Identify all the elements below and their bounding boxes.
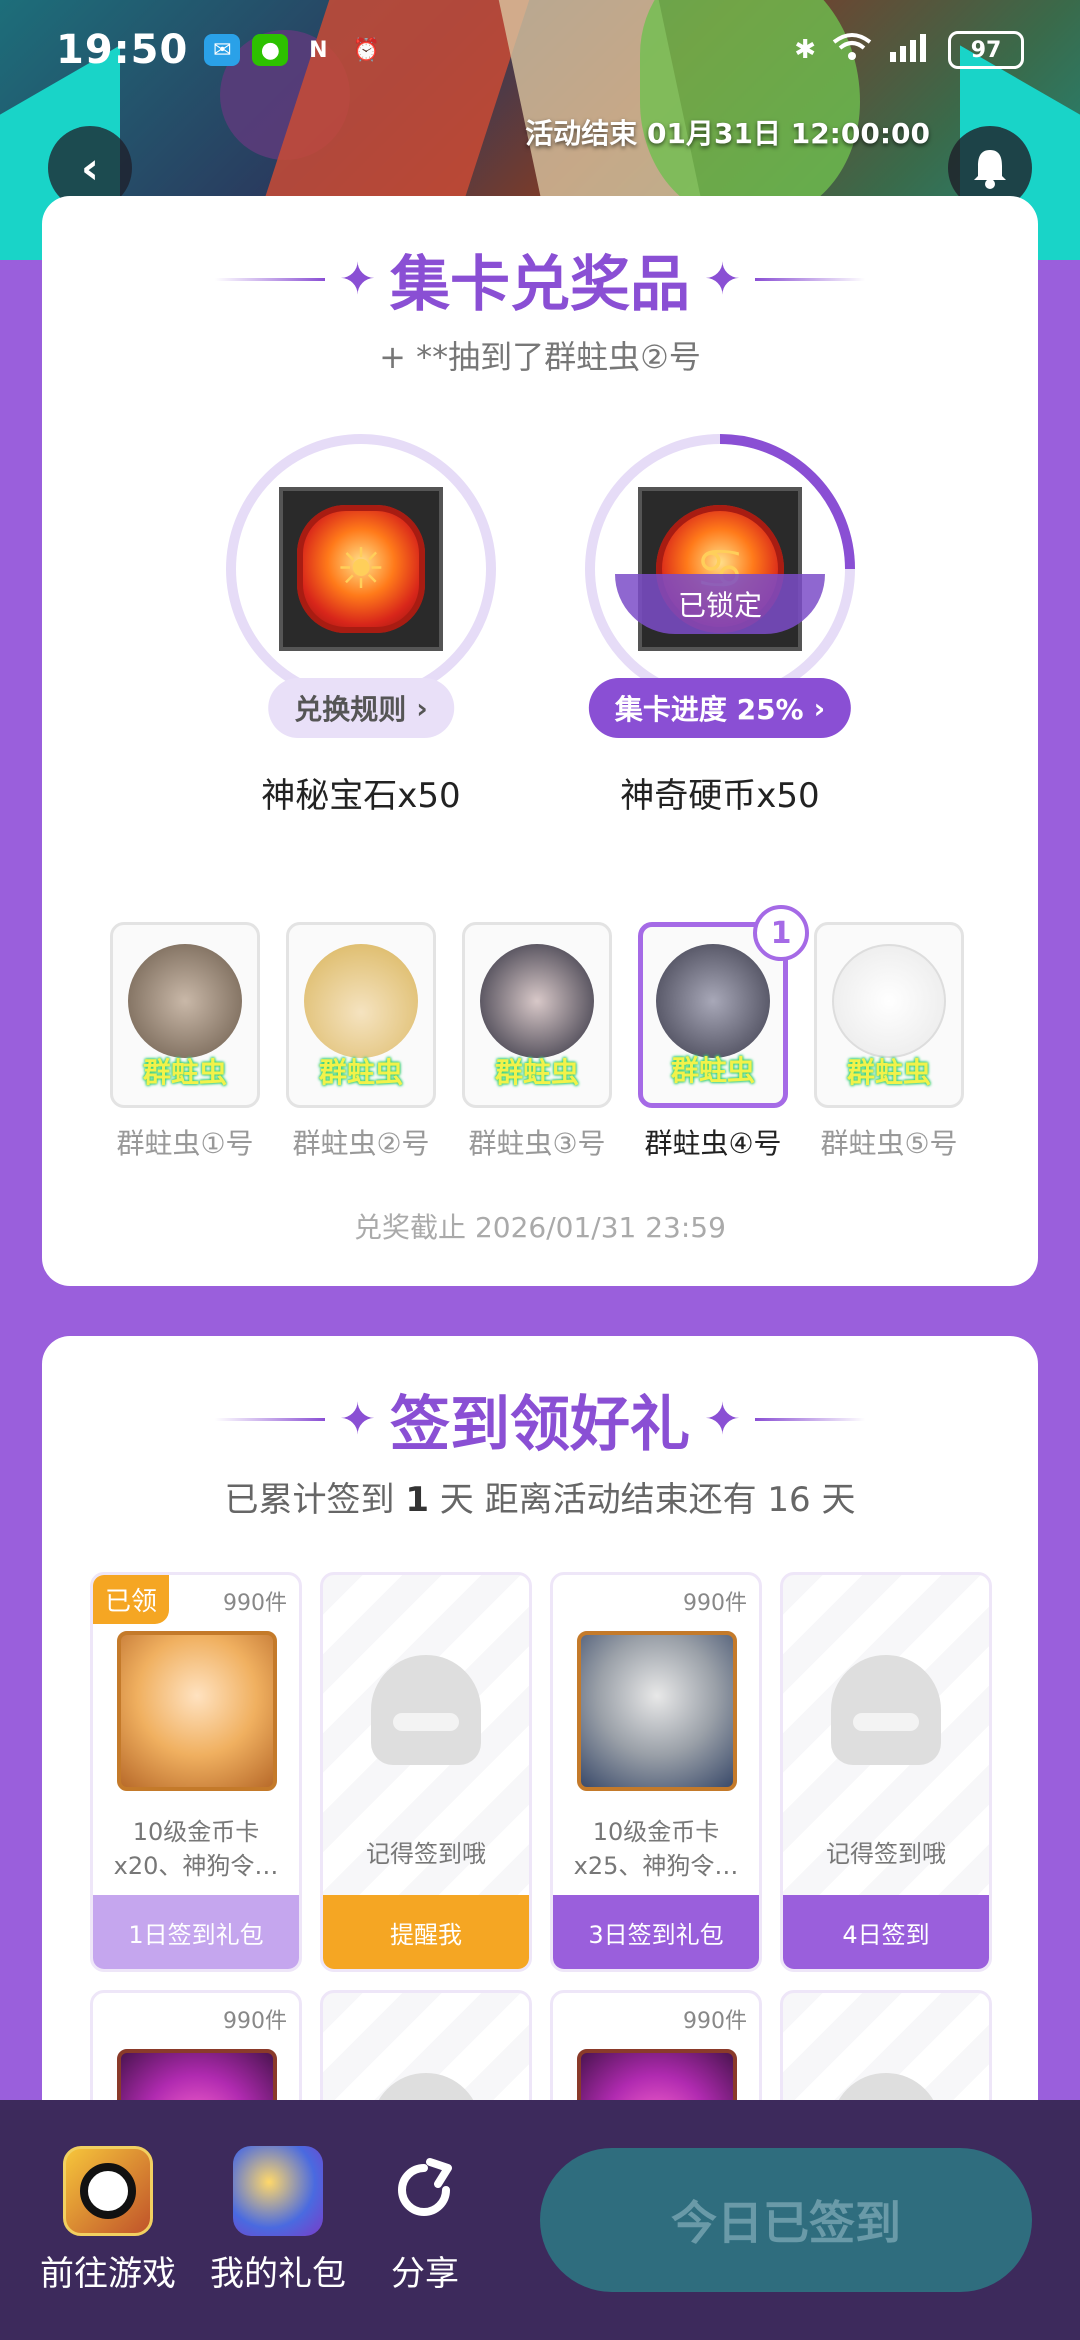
wifi-icon — [832, 32, 872, 69]
card-avatar — [304, 944, 418, 1058]
prize-ring: ♋ 已锁定 — [585, 434, 855, 704]
collect-card[interactable]: 群蛀虫 群蛀虫②号 — [286, 922, 436, 1162]
go-to-game-label: 前往游戏 — [40, 2253, 176, 2294]
gift-stock: 990件 — [683, 2009, 747, 2034]
my-gifts-button[interactable]: 我的礼包 — [210, 2145, 346, 2295]
collect-card-section: ✦ 集卡兑奖品 ✦ + **抽到了群蛀虫②号 ☀ 兑换规则 › 神秘宝石x50 … — [42, 196, 1038, 1286]
collect-progress-label: 集卡进度 25% — [614, 693, 804, 726]
gift-card[interactable]: 990件 10级金币卡 x25、神狗令… 3日签到礼包 — [550, 1572, 762, 1972]
checkin-info-prefix: 已累计签到 — [224, 1480, 395, 1520]
exchange-rules-label: 兑换规则 — [294, 693, 407, 726]
gift-action[interactable]: 4日签到 — [783, 1895, 989, 1969]
gift-card[interactable]: 记得签到哦 4日签到 — [780, 1572, 992, 1972]
gift-icon — [233, 2145, 323, 2236]
locked-overlay: 已锁定 — [615, 574, 825, 634]
share-label: 分享 — [391, 2253, 459, 2294]
checkin-title-row: ✦ 签到领好礼 ✦ — [42, 1376, 1038, 1463]
card-tag: 群蛀虫 — [142, 1056, 228, 1089]
signal-icon — [888, 32, 932, 69]
prize-name: 神奇硬币x50 — [620, 776, 820, 816]
gem-icon: ☀ — [279, 487, 443, 651]
claimed-badge: 已领 — [93, 1575, 170, 1624]
my-gifts-label: 我的礼包 — [210, 2253, 346, 2294]
gift-portrait — [117, 1631, 277, 1791]
collect-title: 集卡兑奖品 — [390, 250, 690, 320]
share-icon — [380, 2146, 470, 2236]
battery-icon: 97 — [948, 31, 1024, 69]
exchange-rules-button[interactable]: 兑换规则 › — [268, 678, 454, 738]
card-avatar — [480, 944, 594, 1058]
card-label: 群蛀虫①号 — [116, 1127, 254, 1160]
gift-desc: 10级金币卡 x20、神狗令… — [113, 1818, 279, 1880]
chevron-right-icon: › — [813, 691, 826, 725]
message-icon: ✉ — [204, 34, 241, 66]
gift-action[interactable]: 1日签到礼包 — [93, 1895, 299, 1969]
placeholder-icon — [831, 1655, 941, 1765]
gift-desc: 10级金币卡 x25、神狗令… — [573, 1818, 739, 1880]
card-label: 群蛀虫⑤号 — [820, 1127, 958, 1160]
checkin-info: 已累计签到 1 天 距离活动结束还有 16 天 — [42, 1472, 1038, 1521]
chevron-left-icon: ‹ — [80, 142, 100, 194]
card-avatar — [656, 944, 770, 1058]
gift-action[interactable]: 3日签到礼包 — [553, 1895, 759, 1969]
alarm-icon: ⏰ — [352, 37, 381, 63]
checkin-info-suffix: 天 距离活动结束还有 16 天 — [439, 1480, 856, 1520]
gift-portrait — [577, 1631, 737, 1791]
bluetooth-icon: ✱ — [794, 35, 816, 65]
sparkle-icon: ✦ — [339, 1394, 376, 1445]
card-tag: 群蛀虫 — [318, 1056, 404, 1089]
remind-me-button[interactable]: 提醒我 — [323, 1895, 529, 1969]
sparkle-icon: ✦ — [704, 1394, 741, 1445]
card-avatar — [832, 944, 946, 1058]
collect-title-row: ✦ 集卡兑奖品 ✦ — [42, 236, 1038, 323]
nfc-icon: N — [309, 37, 328, 63]
prize-item[interactable]: ☀ 兑换规则 › 神秘宝石x50 — [226, 434, 496, 816]
gift-card[interactable]: 已领 990件 10级金币卡 x20、神狗令… 1日签到礼包 — [90, 1572, 302, 1972]
collect-card[interactable]: 群蛀虫 群蛀虫①号 — [110, 922, 260, 1162]
game-app-icon — [63, 2145, 153, 2236]
gift-card[interactable]: 记得签到哦 提醒我 — [320, 1572, 532, 1972]
status-bar: 19:50 ✉ ● N ⏰ ✱ 97 — [0, 0, 1080, 100]
draw-ticker: + **抽到了群蛀虫②号 — [379, 338, 701, 376]
bell-icon — [974, 150, 1006, 189]
collect-card[interactable]: 群蛀虫 群蛀虫③号 — [462, 922, 612, 1162]
gift-desc: 记得签到哦 — [366, 1840, 486, 1868]
signed-today-button[interactable]: 今日已签到 — [540, 2148, 1032, 2292]
card-tag: 群蛀虫 — [494, 1056, 580, 1089]
collect-card[interactable]: 群蛀虫 群蛀虫⑤号 — [814, 922, 964, 1162]
sparkle-icon: ✦ — [704, 254, 741, 305]
prize-ring: ☀ — [226, 434, 496, 704]
card-tag: 群蛀虫 — [846, 1056, 932, 1089]
sparkle-icon: ✦ — [339, 254, 376, 305]
card-collection-row: 群蛀虫 群蛀虫①号 群蛀虫 群蛀虫②号 群蛀虫 群蛀虫③号 群蛀虫 1 群蛀虫④… — [110, 905, 964, 1162]
chevron-right-icon: › — [416, 691, 428, 725]
gift-stock: 990件 — [683, 1591, 747, 1616]
go-to-game-button[interactable]: 前往游戏 — [40, 2145, 176, 2295]
card-avatar — [128, 944, 242, 1058]
wechat-icon: ● — [252, 34, 289, 66]
card-label: 群蛀虫②号 — [292, 1127, 430, 1160]
redeem-deadline: 兑奖截止 2026/01/31 23:59 — [354, 1211, 726, 1244]
event-end-time: 活动结束 01月31日 12:00:00 — [525, 117, 930, 150]
collect-progress-button[interactable]: 集卡进度 25% › — [588, 678, 852, 738]
prize-name: 神秘宝石x50 — [261, 776, 461, 816]
prize-item[interactable]: ♋ 已锁定 集卡进度 25% › 神奇硬币x50 — [585, 434, 855, 816]
collect-card[interactable]: 群蛀虫 1 群蛀虫④号 — [638, 905, 809, 1162]
gift-desc: 记得签到哦 — [826, 1840, 946, 1868]
card-count-badge: 1 — [753, 905, 809, 961]
share-button[interactable]: 分享 — [380, 2146, 470, 2295]
gift-stock: 990件 — [223, 1591, 287, 1616]
gift-stock: 990件 — [223, 2009, 287, 2034]
battery-level: 97 — [970, 37, 1002, 63]
card-tag: 群蛀虫 — [670, 1054, 756, 1087]
checkin-title: 签到领好礼 — [390, 1390, 690, 1460]
placeholder-icon — [371, 1655, 481, 1765]
card-label: 群蛀虫④号 — [644, 1127, 782, 1160]
card-label: 群蛀虫③号 — [468, 1127, 606, 1160]
status-time: 19:50 — [56, 27, 189, 73]
checkin-days: 1 — [405, 1480, 429, 1520]
